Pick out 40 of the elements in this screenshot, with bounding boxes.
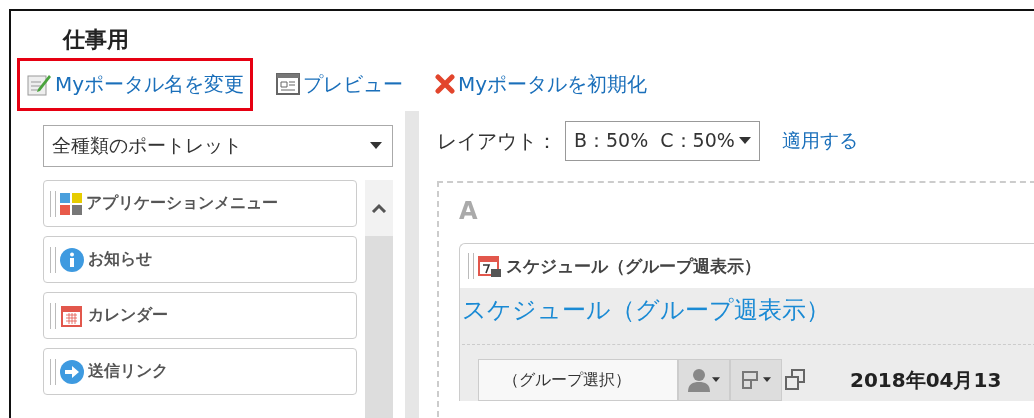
user-menu-button[interactable] [678,359,730,401]
layout-select[interactable]: B：50% C：50% [565,121,760,161]
facility-icon [741,370,761,390]
person-icon [688,368,710,392]
caret-icon [712,377,720,383]
drag-grip-icon [468,253,474,279]
week-date: 2018年04月13 [850,366,1002,394]
layout-label: レイアウト： [437,127,557,155]
portlet-item[interactable]: カレンダー [43,292,357,339]
arrow-circle-icon [60,359,84,384]
action-link[interactable]: プレビュー [267,57,413,111]
cross-icon [435,74,456,94]
facility-menu-button[interactable] [730,359,782,401]
portlet-type-select[interactable]: 全種類のポートレット [43,125,393,167]
app-grid-icon [60,192,82,215]
action-link[interactable]: Myポータル名を変更 [17,57,254,111]
portlet-item[interactable]: お知らせ [43,236,357,283]
action-link[interactable]: Myポータルを初期化 [426,57,657,111]
caret-icon [370,142,382,150]
portal-title: 仕事用 [63,26,130,54]
popup-window-icon[interactable] [784,369,806,391]
caret-icon [763,377,771,383]
caret-icon [738,137,751,145]
preview-window-icon [276,73,301,95]
portlet-header: スケジュール（グループ週表示） [506,254,761,278]
chevron-up-icon [371,203,387,213]
drag-grip-icon [50,190,56,217]
drag-grip-icon [50,302,56,329]
zone-label: A [459,197,479,227]
calendar-icon [60,303,84,328]
portlet-item[interactable]: 送信リンク [43,348,357,395]
drag-grip-icon [50,358,56,385]
scrollbar[interactable] [365,180,393,418]
portlet-item[interactable]: アプリケーションメニュー [43,180,357,227]
drag-grip-icon [50,246,56,273]
edit-note-icon [26,72,52,96]
calendar-icon [478,254,502,278]
group-select[interactable]: （グループ選択） [478,359,678,401]
apply-link[interactable]: 適用する [781,128,858,154]
info-icon [60,247,84,272]
